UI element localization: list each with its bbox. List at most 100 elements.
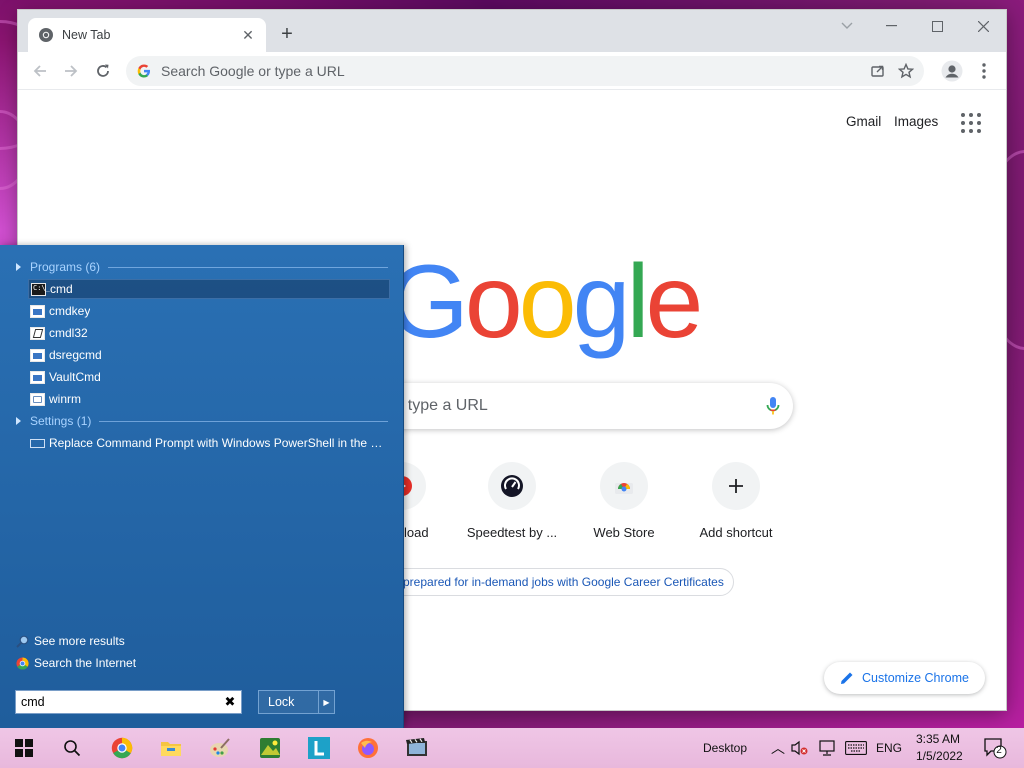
logo-letter: e — [645, 244, 704, 360]
ntp-search-placeholder: r type a URL — [398, 397, 488, 414]
gmail-link[interactable]: Gmail — [846, 114, 881, 129]
settings-group-header[interactable]: Settings (1) — [16, 414, 388, 428]
desktop-toolbar-label[interactable]: Desktop — [703, 741, 747, 755]
l-app-icon[interactable] — [307, 736, 331, 760]
logo-letter: o — [518, 244, 577, 360]
bookmark-star-icon[interactable] — [892, 57, 920, 85]
clock-time[interactable]: 3:35 AM — [916, 732, 960, 746]
search-internet-label: Search the Internet — [34, 656, 137, 670]
lock-button[interactable]: Lock ▶ — [258, 690, 335, 714]
new-tab-button[interactable]: + — [275, 23, 299, 47]
logo-letter: l — [626, 244, 649, 360]
program-name: VaultCmd — [49, 370, 101, 384]
search-icon — [16, 635, 29, 648]
input-language-indicator[interactable]: ENG — [876, 741, 902, 755]
add-shortcut-tile[interactable]: Add shortcut — [680, 462, 792, 540]
tab-new-tab[interactable]: New Tab ✕ — [28, 18, 266, 52]
winrm-icon — [30, 392, 45, 406]
program-name: dsregcmd — [49, 348, 102, 362]
network-icon[interactable] — [816, 736, 838, 760]
program-item-cmdkey[interactable]: cmdkey — [28, 301, 390, 321]
program-icon — [30, 370, 45, 384]
tab-close-icon[interactable]: ✕ — [240, 27, 256, 43]
chrome-icon[interactable] — [110, 736, 134, 760]
search-internet-link[interactable]: Search the Internet — [16, 656, 136, 670]
omnibox[interactable]: Search Google or type a URL — [126, 56, 924, 86]
back-button[interactable] — [28, 59, 52, 83]
microphone-icon[interactable] — [753, 386, 793, 426]
firefox-icon[interactable] — [356, 736, 380, 760]
google-apps-icon[interactable] — [961, 113, 981, 133]
plus-icon — [712, 462, 760, 510]
program-item-vaultcmd[interactable]: VaultCmd — [28, 367, 390, 387]
program-item-winrm[interactable]: winrm — [28, 389, 390, 409]
shortcut-label: Web Store — [593, 525, 655, 540]
notification-count: 2 — [996, 745, 1002, 756]
power-options-arrow-icon[interactable]: ▶ — [318, 691, 334, 713]
web-store-icon — [600, 462, 648, 510]
see-more-label: See more results — [34, 634, 125, 648]
program-name: winrm — [49, 392, 81, 406]
program-name: cmdkey — [49, 304, 91, 318]
program-item-cmd[interactable]: C:\_ cmd — [28, 279, 390, 299]
program-item-dsregcmd[interactable]: dsregcmd — [28, 345, 390, 365]
program-name: cmd — [50, 282, 73, 296]
pencil-icon — [841, 672, 853, 684]
customize-chrome-button[interactable]: Customize Chrome — [824, 662, 985, 694]
settings-name: Replace Command Prompt with Windows Powe… — [48, 436, 390, 450]
browser-toolbar: Search Google or type a URL — [18, 52, 1006, 90]
maximize-button[interactable] — [914, 10, 960, 42]
close-window-button[interactable] — [960, 10, 1006, 42]
reload-button[interactable] — [91, 59, 115, 83]
shortcut-tile[interactable]: Web Store — [568, 462, 680, 540]
promo-link[interactable]: prepared for in-demand jobs with Google … — [388, 568, 734, 596]
volume-muted-icon[interactable] — [790, 736, 810, 760]
windows-start-button[interactable] — [12, 736, 36, 760]
image-viewer-icon[interactable] — [258, 736, 282, 760]
tab-title: New Tab — [62, 28, 111, 42]
tab-strip: New Tab ✕ + — [18, 10, 1006, 52]
cmdl32-icon — [30, 326, 45, 340]
programs-header-label: Programs (6) — [30, 260, 101, 274]
notification-center-icon[interactable]: 2 — [982, 736, 1008, 760]
google-logo: Google — [388, 250, 703, 354]
minimize-button[interactable] — [868, 10, 914, 42]
logo-letter: g — [572, 244, 631, 360]
video-editor-icon[interactable] — [405, 736, 429, 760]
lock-label: Lock — [268, 695, 295, 709]
chrome-menu-icon[interactable] — [972, 59, 996, 83]
see-more-results-link[interactable]: See more results — [16, 634, 125, 648]
program-item-cmdl32[interactable]: cmdl32 — [28, 323, 390, 343]
settings-header-label: Settings (1) — [30, 414, 92, 428]
clock-date[interactable]: 1/5/2022 — [916, 749, 963, 763]
start-search-input[interactable] — [21, 695, 219, 709]
logo-letter: o — [464, 244, 523, 360]
settings-icon — [30, 438, 45, 448]
expand-triangle-icon — [16, 417, 21, 425]
show-hidden-icons[interactable]: ︿ — [771, 738, 785, 758]
expand-triangle-icon — [16, 263, 21, 271]
shortcut-label: Speedtest by ... — [466, 525, 558, 540]
keyboard-icon[interactable] — [844, 736, 868, 760]
chrome-icon — [16, 656, 29, 670]
search-icon[interactable] — [60, 736, 84, 760]
clear-search-icon[interactable]: ✖ — [219, 691, 241, 713]
start-search-box[interactable]: ✖ — [15, 690, 242, 714]
programs-group-header[interactable]: Programs (6) — [16, 260, 388, 274]
program-icon — [30, 348, 45, 362]
share-icon[interactable] — [864, 57, 892, 85]
customize-label: Customize Chrome — [862, 671, 969, 685]
settings-item-replace-cmd[interactable]: Replace Command Prompt with Windows Powe… — [28, 433, 390, 453]
command-prompt-icon: C:\_ — [31, 282, 50, 296]
profile-avatar[interactable] — [940, 59, 964, 83]
file-explorer-icon[interactable] — [159, 736, 183, 760]
program-name: cmdl32 — [49, 326, 88, 340]
tab-search-icon[interactable] — [824, 10, 870, 42]
google-g-icon — [137, 64, 150, 78]
paint-icon[interactable] — [208, 736, 232, 760]
forward-button[interactable] — [59, 59, 83, 83]
omnibox-placeholder: Search Google or type a URL — [161, 63, 345, 79]
shortcut-tile[interactable]: Speedtest by ... — [456, 462, 568, 540]
images-link[interactable]: Images — [894, 114, 938, 129]
speedtest-icon — [488, 462, 536, 510]
